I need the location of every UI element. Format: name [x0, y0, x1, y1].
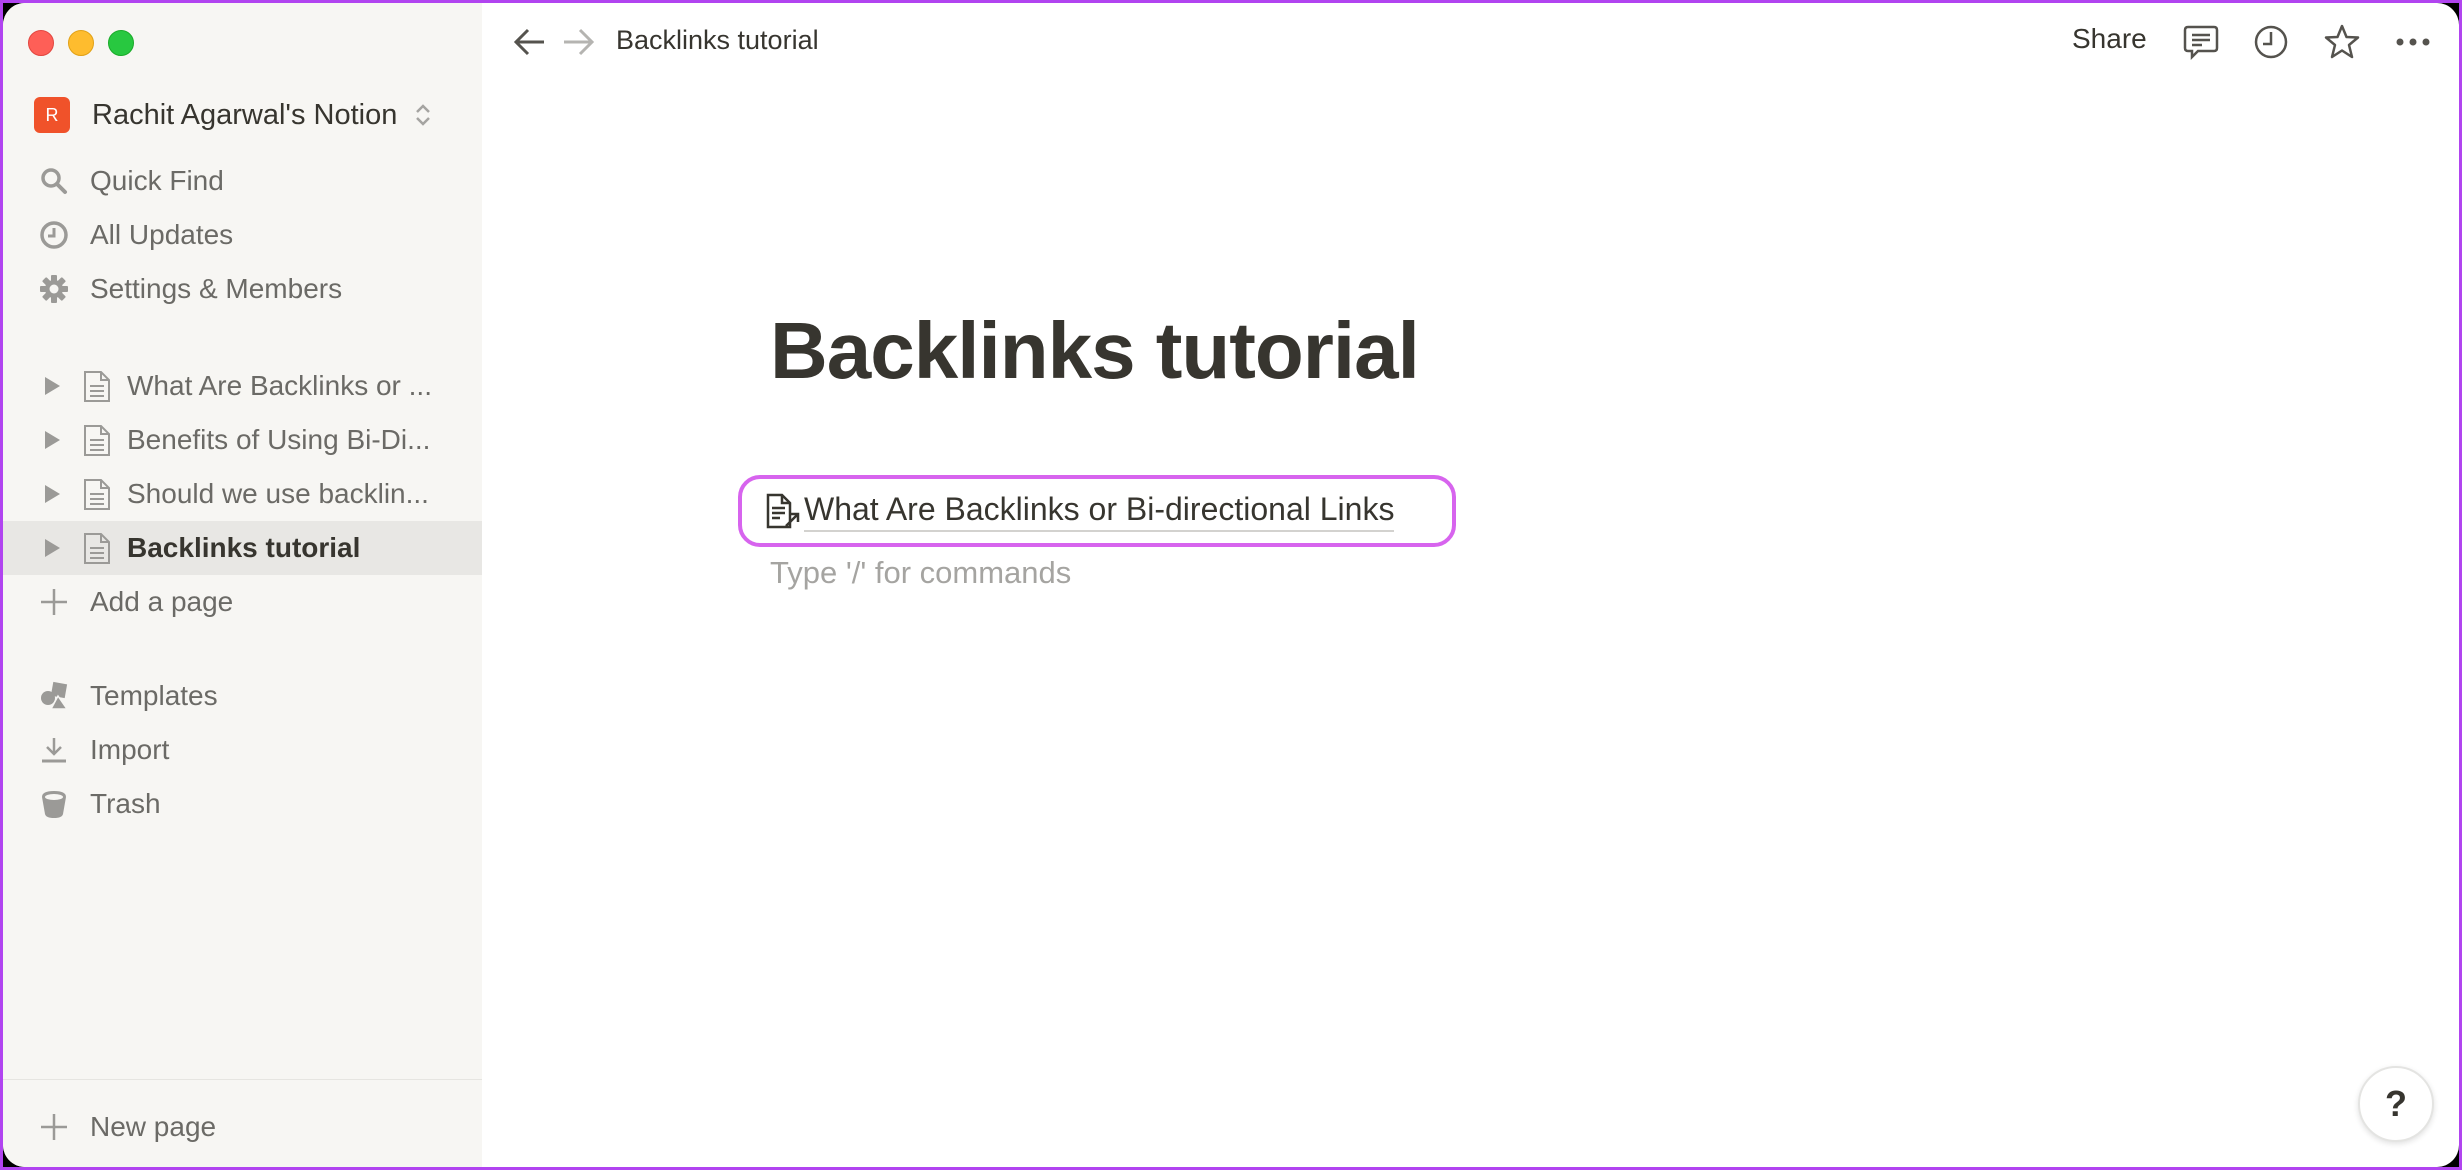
notion-window: R Rachit Agarwal's Notion Quick Find All… [3, 3, 2459, 1167]
sidebar-item-label: All Updates [90, 219, 234, 250]
sidebar-page-item[interactable]: Should we use backlin... [3, 467, 482, 521]
link-to-page-title[interactable]: What Are Backlinks or Bi-directional Lin… [804, 491, 1395, 532]
add-page-button[interactable]: Add a page [3, 575, 482, 629]
comment-icon[interactable] [2182, 23, 2220, 61]
add-page-label: Add a page [90, 586, 234, 617]
sidebar-page-item-active[interactable]: Backlinks tutorial [3, 521, 482, 575]
sidebar-item-trash[interactable]: Trash [3, 777, 482, 831]
maximize-window-button[interactable] [108, 30, 134, 56]
sidebar-page-label: Should we use backlin... [127, 478, 429, 509]
sidebar-page-label: What Are Backlinks or ... [127, 370, 432, 401]
clock-icon [40, 221, 68, 249]
close-window-button[interactable] [28, 30, 54, 56]
sidebar-item-templates[interactable]: Templates [3, 669, 482, 723]
sidebar-divider [3, 1079, 482, 1080]
sidebar-item-settings[interactable]: Settings & Members [3, 262, 482, 316]
page-title[interactable]: Backlinks tutorial [770, 305, 1420, 397]
new-page-button[interactable]: New page [3, 1100, 482, 1154]
history-clock-icon[interactable] [2252, 23, 2290, 61]
page-icon [84, 533, 110, 564]
sidebar-page-label: Backlinks tutorial [127, 532, 361, 563]
more-icon[interactable] [2394, 23, 2432, 61]
chevron-up-down-icon [416, 104, 431, 126]
trash-icon [42, 791, 66, 818]
plus-icon [41, 1114, 67, 1140]
plus-icon [41, 589, 67, 615]
back-arrow-icon[interactable] [512, 25, 548, 59]
templates-icon [41, 681, 69, 710]
sidebar-item-import[interactable]: Import [3, 723, 482, 777]
sidebar-page-item[interactable]: What Are Backlinks or ... [3, 359, 482, 413]
sidebar-item-label: Import [90, 734, 170, 765]
window-frame: R Rachit Agarwal's Notion Quick Find All… [3, 3, 2459, 1167]
help-button[interactable]: ? [2358, 1066, 2434, 1142]
page-icon [84, 425, 110, 456]
empty-block-placeholder[interactable]: Type '/' for commands [770, 555, 1071, 591]
workspace-name: Rachit Agarwal's Notion [92, 98, 398, 131]
page-content: Backlinks tutorial What Are Backlinks or… [482, 83, 2459, 1167]
page-link-icon [766, 493, 800, 529]
minimize-window-button[interactable] [68, 30, 94, 56]
workspace-avatar: R [34, 97, 70, 133]
sidebar-item-all-updates[interactable]: All Updates [3, 208, 482, 262]
sidebar-item-label: Trash [90, 788, 161, 819]
sidebar: R Rachit Agarwal's Notion Quick Find All… [3, 3, 482, 1167]
new-page-label: New page [90, 1111, 217, 1142]
expand-toggle-icon[interactable] [45, 377, 60, 395]
workspace-switcher[interactable]: R Rachit Agarwal's Notion [34, 95, 433, 135]
expand-toggle-icon[interactable] [45, 539, 60, 557]
topbar: Backlinks tutorial Share [482, 3, 2459, 83]
sidebar-item-label: Settings & Members [90, 273, 343, 304]
breadcrumb[interactable]: Backlinks tutorial [616, 25, 819, 56]
sidebar-page-item[interactable]: Benefits of Using Bi-Di... [3, 413, 482, 467]
link-to-page-block[interactable]: What Are Backlinks or Bi-directional Lin… [738, 475, 1456, 547]
sidebar-page-label: Benefits of Using Bi-Di... [127, 424, 431, 455]
expand-toggle-icon[interactable] [45, 485, 60, 503]
favorite-star-icon[interactable] [2323, 23, 2361, 61]
import-icon [42, 738, 66, 763]
gear-icon [40, 275, 68, 303]
page-icon [84, 479, 110, 510]
sidebar-item-label: Quick Find [90, 165, 224, 196]
expand-toggle-icon[interactable] [45, 431, 60, 449]
sidebar-item-quick-find[interactable]: Quick Find [3, 154, 482, 208]
forward-arrow-icon[interactable] [560, 25, 596, 59]
search-icon [41, 168, 67, 194]
page-icon [84, 371, 110, 402]
sidebar-item-label: Templates [90, 680, 218, 711]
share-button[interactable]: Share [2072, 23, 2147, 55]
